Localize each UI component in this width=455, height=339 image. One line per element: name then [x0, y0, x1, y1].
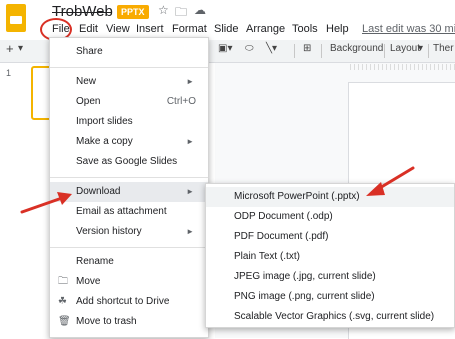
line-icon[interactable]: ╲▾ [266, 43, 277, 54]
trash-icon: 🗑 [58, 316, 71, 327]
star-icon[interactable]: ☆ [158, 3, 169, 17]
drive-shortcut-icon: ☘ [58, 296, 67, 307]
move-folder-icon[interactable]: 🗀 [175, 3, 187, 24]
submenu-arrow-icon: ► [186, 227, 194, 236]
submenu-arrow-icon: ► [186, 77, 194, 86]
ruler [350, 64, 455, 70]
menu-item-save-as-google-slides[interactable]: Save as Google Slides [50, 152, 208, 172]
menu-view[interactable]: View [106, 23, 130, 35]
menu-format[interactable]: Format [172, 23, 207, 35]
new-slide-button[interactable]: + [6, 41, 14, 56]
menu-item-version-history[interactable]: Version history ► [50, 222, 208, 242]
download-txt-item[interactable]: Plain Text (.txt) [206, 247, 454, 267]
layout-dropdown-icon[interactable]: ▾ [418, 43, 423, 54]
pptx-badge: PPTX [117, 5, 149, 19]
slide-number: 1 [6, 68, 12, 78]
download-jpg-item[interactable]: JPEG image (.jpg, current slide) [206, 267, 454, 287]
menu-separator [50, 247, 208, 248]
menu-insert[interactable]: Insert [136, 23, 164, 35]
shortcut-label: Ctrl+O [166, 96, 196, 107]
menu-item-label: Move to trash [76, 316, 137, 327]
toolbar-divider [428, 44, 429, 58]
slides-logo[interactable] [6, 4, 26, 32]
shape-icon[interactable]: ⬭ [245, 43, 254, 54]
submenu-item-label: ODP Document (.odp) [234, 211, 333, 222]
download-pptx-item[interactable]: Microsoft PowerPoint (.pptx) [206, 187, 454, 207]
menu-item-email-as-attachment[interactable]: Email as attachment [50, 202, 208, 222]
menu-separator [50, 177, 208, 178]
theme-button[interactable]: Ther [433, 43, 454, 54]
menu-item-label: Email as attachment [76, 206, 167, 217]
toolbar-divider [384, 44, 385, 58]
new-slide-dropdown-icon[interactable]: ▾ [18, 43, 23, 54]
image-icon[interactable]: ▣▾ [218, 43, 232, 54]
download-svg-item[interactable]: Scalable Vector Graphics (.svg, current … [206, 307, 454, 327]
file-menu: Share New ► Open Ctrl+O Import slides Ma… [49, 37, 209, 338]
menu-item-label: Add shortcut to Drive [76, 296, 170, 307]
toolbar-divider [321, 44, 322, 58]
submenu-arrow-icon: ► [186, 187, 194, 196]
menu-item-rename[interactable]: Rename [50, 252, 208, 272]
menu-item-label: Make a copy [76, 136, 133, 147]
menu-tools[interactable]: Tools [292, 23, 318, 35]
menu-item-label: Rename [76, 256, 114, 267]
add-comment-icon[interactable]: ⊞ [303, 43, 311, 54]
download-odp-item[interactable]: ODP Document (.odp) [206, 207, 454, 227]
menu-item-download[interactable]: Download ► [50, 182, 208, 202]
menu-item-new[interactable]: New ► [50, 72, 208, 92]
submenu-item-label: Microsoft PowerPoint (.pptx) [234, 191, 360, 202]
submenu-item-label: PDF Document (.pdf) [234, 231, 329, 242]
folder-icon: 🗀 [58, 276, 68, 287]
menu-item-label: Open [76, 96, 101, 107]
download-png-item[interactable]: PNG image (.png, current slide) [206, 287, 454, 307]
menu-item-add-shortcut-to-drive[interactable]: ☘ Add shortcut to Drive [50, 292, 208, 312]
toolbar-divider [294, 44, 295, 58]
menu-slide[interactable]: Slide [214, 23, 238, 35]
menu-help[interactable]: Help [326, 23, 349, 35]
submenu-item-label: Plain Text (.txt) [234, 251, 300, 262]
last-edit-link[interactable]: Last edit was 30 minu [362, 23, 455, 35]
layout-button[interactable]: Layout [390, 43, 420, 54]
download-pdf-item[interactable]: PDF Document (.pdf) [206, 227, 454, 247]
background-button[interactable]: Background [330, 43, 383, 54]
menu-item-import-slides[interactable]: Import slides [50, 112, 208, 132]
cloud-status-icon[interactable]: ☁ [194, 3, 206, 17]
menu-item-make-a-copy[interactable]: Make a copy ► [50, 132, 208, 152]
submenu-arrow-icon: ► [186, 137, 194, 146]
menu-item-label: Import slides [76, 116, 133, 127]
menu-item-label: Download [76, 186, 121, 197]
submenu-item-label: Scalable Vector Graphics (.svg, current … [234, 311, 435, 322]
menu-item-move-to-trash[interactable]: 🗑 Move to trash [50, 312, 208, 332]
submenu-item-label: PNG image (.png, current slide) [234, 291, 375, 302]
menu-item-label: New [76, 76, 97, 87]
title-strike-line [52, 12, 112, 13]
download-submenu: Microsoft PowerPoint (.pptx) ODP Documen… [205, 183, 455, 328]
menu-edit[interactable]: Edit [79, 23, 98, 35]
menu-item-move[interactable]: 🗀 Move [50, 272, 208, 292]
menu-item-share[interactable]: Share [50, 42, 208, 62]
menu-item-label: Version history [76, 226, 142, 237]
submenu-item-label: JPEG image (.jpg, current slide) [234, 271, 376, 282]
menu-item-label: Save as Google Slides [76, 156, 178, 167]
menu-item-label: Move [76, 276, 101, 287]
menu-item-label: Share [76, 46, 103, 57]
menu-item-open[interactable]: Open Ctrl+O [50, 92, 208, 112]
menu-arrange[interactable]: Arrange [246, 23, 285, 35]
menu-separator [50, 67, 208, 68]
